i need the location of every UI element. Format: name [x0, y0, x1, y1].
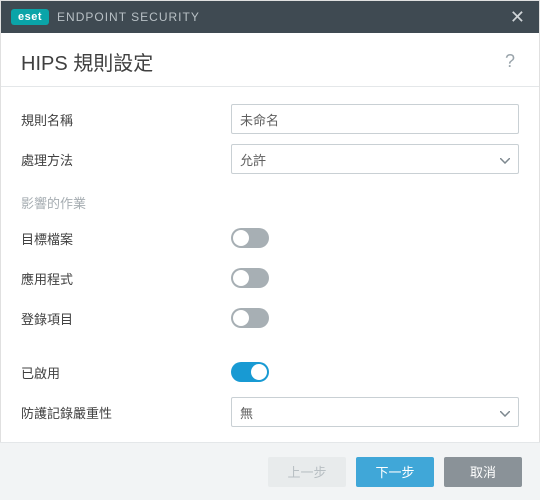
- back-button: 上一步: [268, 457, 346, 487]
- row-applications: 應用程式: [21, 258, 519, 298]
- applications-toggle[interactable]: [231, 268, 269, 288]
- close-icon[interactable]: ✕: [506, 8, 529, 26]
- chevron-down-icon: [500, 152, 510, 167]
- severity-value: 無: [240, 403, 253, 422]
- brand-text: ENDPOINT SECURITY: [57, 10, 200, 24]
- help-icon[interactable]: ?: [501, 51, 519, 72]
- applications-label: 應用程式: [21, 269, 231, 288]
- action-value: 允許: [240, 150, 266, 169]
- registry-label: 登錄項目: [21, 309, 231, 328]
- target-files-toggle[interactable]: [231, 228, 269, 248]
- form: 規則名稱 處理方法 允許 影響的作業 目標檔案 應用程式 登錄項目: [1, 93, 539, 472]
- chevron-down-icon: [500, 405, 510, 420]
- action-select[interactable]: 允許: [231, 144, 519, 174]
- footer: 上一步 下一步 取消: [0, 442, 540, 500]
- enabled-toggle[interactable]: [231, 362, 269, 382]
- severity-select[interactable]: 無: [231, 397, 519, 427]
- action-label: 處理方法: [21, 150, 231, 169]
- enabled-label: 已啟用: [21, 363, 231, 382]
- row-enabled: 已啟用: [21, 352, 519, 392]
- row-rule-name: 規則名稱: [21, 99, 519, 139]
- target-files-label: 目標檔案: [21, 229, 231, 248]
- cancel-button[interactable]: 取消: [444, 457, 522, 487]
- page-title: HIPS 規則設定: [21, 47, 153, 76]
- rule-name-input[interactable]: [231, 104, 519, 134]
- severity-label: 防護記錄嚴重性: [21, 403, 231, 422]
- row-registry: 登錄項目: [21, 298, 519, 338]
- brand-badge: eset: [11, 9, 49, 25]
- registry-toggle[interactable]: [231, 308, 269, 328]
- dialog-header: HIPS 規則設定 ?: [1, 33, 539, 86]
- row-action: 處理方法 允許: [21, 139, 519, 179]
- titlebar: eset ENDPOINT SECURITY ✕: [1, 1, 539, 33]
- row-severity: 防護記錄嚴重性 無: [21, 392, 519, 432]
- rule-name-label: 規則名稱: [21, 110, 231, 129]
- affected-section-label: 影響的作業: [21, 179, 519, 218]
- next-button[interactable]: 下一步: [356, 457, 434, 487]
- divider: [1, 86, 539, 87]
- row-target-files: 目標檔案: [21, 218, 519, 258]
